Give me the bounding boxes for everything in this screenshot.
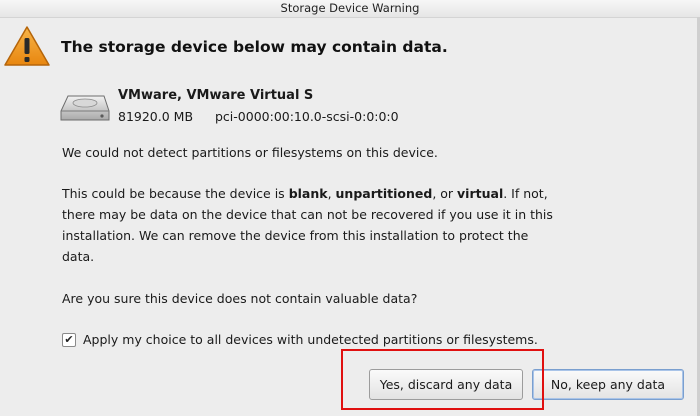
cause-prefix: This could be because the device is — [62, 186, 289, 201]
cause-message: This could be because the device is blan… — [62, 183, 562, 267]
no-partitions-message: We could not detect partitions or filesy… — [62, 145, 438, 160]
window-titlebar[interactable]: Storage Device Warning — [0, 0, 700, 18]
warning-icon — [4, 26, 50, 66]
cause-sep2: , or — [432, 186, 458, 201]
keep-data-button[interactable]: No, keep any data — [532, 369, 684, 400]
apply-all-label[interactable]: Apply my choice to all devices with unde… — [83, 332, 538, 347]
discard-data-button[interactable]: Yes, discard any data — [369, 369, 523, 400]
cause-blank: blank — [288, 186, 328, 201]
window-title: Storage Device Warning — [280, 1, 420, 15]
device-size: 81920.0 MB — [118, 109, 194, 124]
question-message: Are you sure this device does not contai… — [62, 291, 418, 306]
cause-unpartitioned: unpartitioned — [335, 186, 433, 201]
cause-sep1: , — [327, 186, 336, 201]
device-name: VMware, VMware Virtual S — [118, 88, 314, 103]
hard-disk-icon — [60, 95, 110, 121]
cause-virtual: virtual — [457, 186, 504, 201]
device-path: pci-0000:00:10.0-scsi-0:0:0:0 — [215, 109, 399, 124]
dialog-heading: The storage device below may contain dat… — [61, 38, 448, 56]
apply-all-checkbox[interactable]: ✔ — [62, 333, 76, 347]
